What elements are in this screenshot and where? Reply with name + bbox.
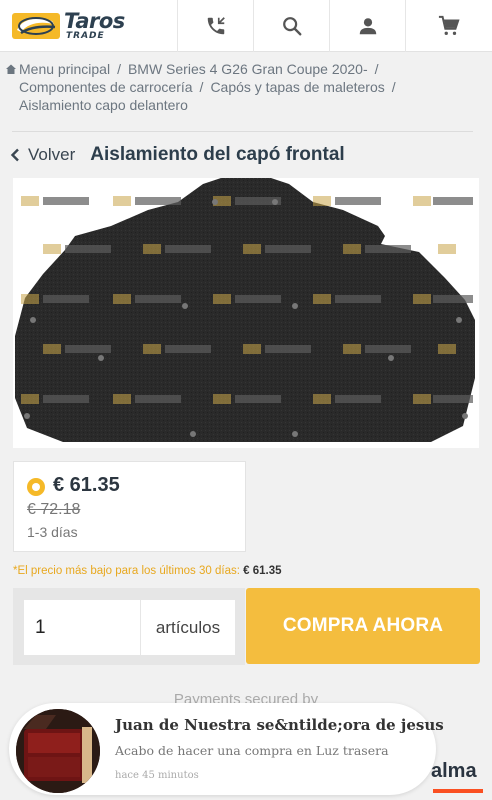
breadcrumb-link-model[interactable]: BMW Series 4 G26 Gran Coupe 2020-	[128, 61, 368, 77]
purchase-notification[interactable]: Juan de Nuestra se&ntilde;ora de jesus A…	[9, 703, 444, 795]
logo-wordmark: Taros TRADE	[64, 11, 125, 41]
delivery-time: 1-3 días	[27, 524, 78, 540]
notification-message: Acabo de hacer una compra en Luz trasera	[115, 743, 389, 758]
notification-product-image	[16, 709, 100, 793]
quantity-selector: artículos	[13, 588, 245, 665]
notification-customer-name: Juan de Nuestra se&ntilde;ora de jesus	[115, 716, 444, 734]
breadcrumb-separator: /	[199, 79, 204, 95]
notification-time: hace 45 minutos	[115, 770, 199, 781]
chevron-left-icon	[10, 148, 19, 162]
lowest-price-value: € 61.35	[243, 565, 282, 577]
divider	[12, 131, 473, 132]
quantity-unit: artículos	[140, 600, 235, 655]
back-label: Volver	[28, 145, 76, 164]
user-icon	[359, 18, 376, 35]
lowest-price-label: *El precio más bajo para los últimos 30 …	[13, 565, 240, 577]
product-image[interactable]	[13, 178, 479, 448]
top-header: Taros TRADE	[0, 0, 492, 52]
old-price: € 72.18	[27, 501, 81, 518]
logo-text: Taros	[64, 9, 125, 33]
title-row: Volver Aislamiento del capó frontal	[10, 143, 345, 167]
breadcrumb-separator: /	[374, 61, 379, 77]
price-option[interactable]: € 61.35 € 72.18 1-3 días	[13, 461, 246, 552]
search-button[interactable]	[254, 0, 330, 52]
breadcrumb: Menu principal / BMW Series 4 G26 Gran Cou…	[0, 60, 492, 114]
phone-icon	[207, 17, 225, 35]
page-title: Aislamiento del capó frontal	[90, 144, 345, 165]
cart-icon	[438, 15, 460, 35]
buy-now-button[interactable]: COMPRA AHORA	[246, 588, 480, 664]
alma-logo-bar	[433, 789, 483, 793]
account-button[interactable]	[330, 0, 406, 52]
search-icon	[282, 17, 301, 36]
taros-logo-mark	[12, 13, 60, 39]
breadcrumb-current: Aislamiento capo delantero	[19, 97, 188, 113]
taros-logo[interactable]: Taros TRADE	[0, 0, 178, 52]
cart-button[interactable]	[406, 0, 492, 52]
breadcrumb-link-home[interactable]: Menu principal	[19, 61, 110, 77]
breadcrumb-link-subcategory[interactable]: Capós y tapas de maleteros	[210, 79, 384, 95]
price-option-radio[interactable]	[27, 478, 45, 496]
phone-button[interactable]	[178, 0, 254, 52]
lowest-price-note: *El precio más bajo para los últimos 30 …	[13, 565, 282, 577]
quantity-input[interactable]	[24, 600, 140, 655]
logo-subtext: TRADE	[66, 31, 105, 41]
breadcrumb-link-category[interactable]: Componentes de carrocería	[19, 79, 193, 95]
alma-logo: alma	[431, 760, 477, 782]
breadcrumb-separator: /	[391, 79, 396, 95]
home-icon	[6, 64, 16, 74]
back-button[interactable]: Volver	[10, 145, 75, 165]
price: € 61.35	[53, 474, 120, 496]
breadcrumb-separator: /	[117, 61, 121, 77]
